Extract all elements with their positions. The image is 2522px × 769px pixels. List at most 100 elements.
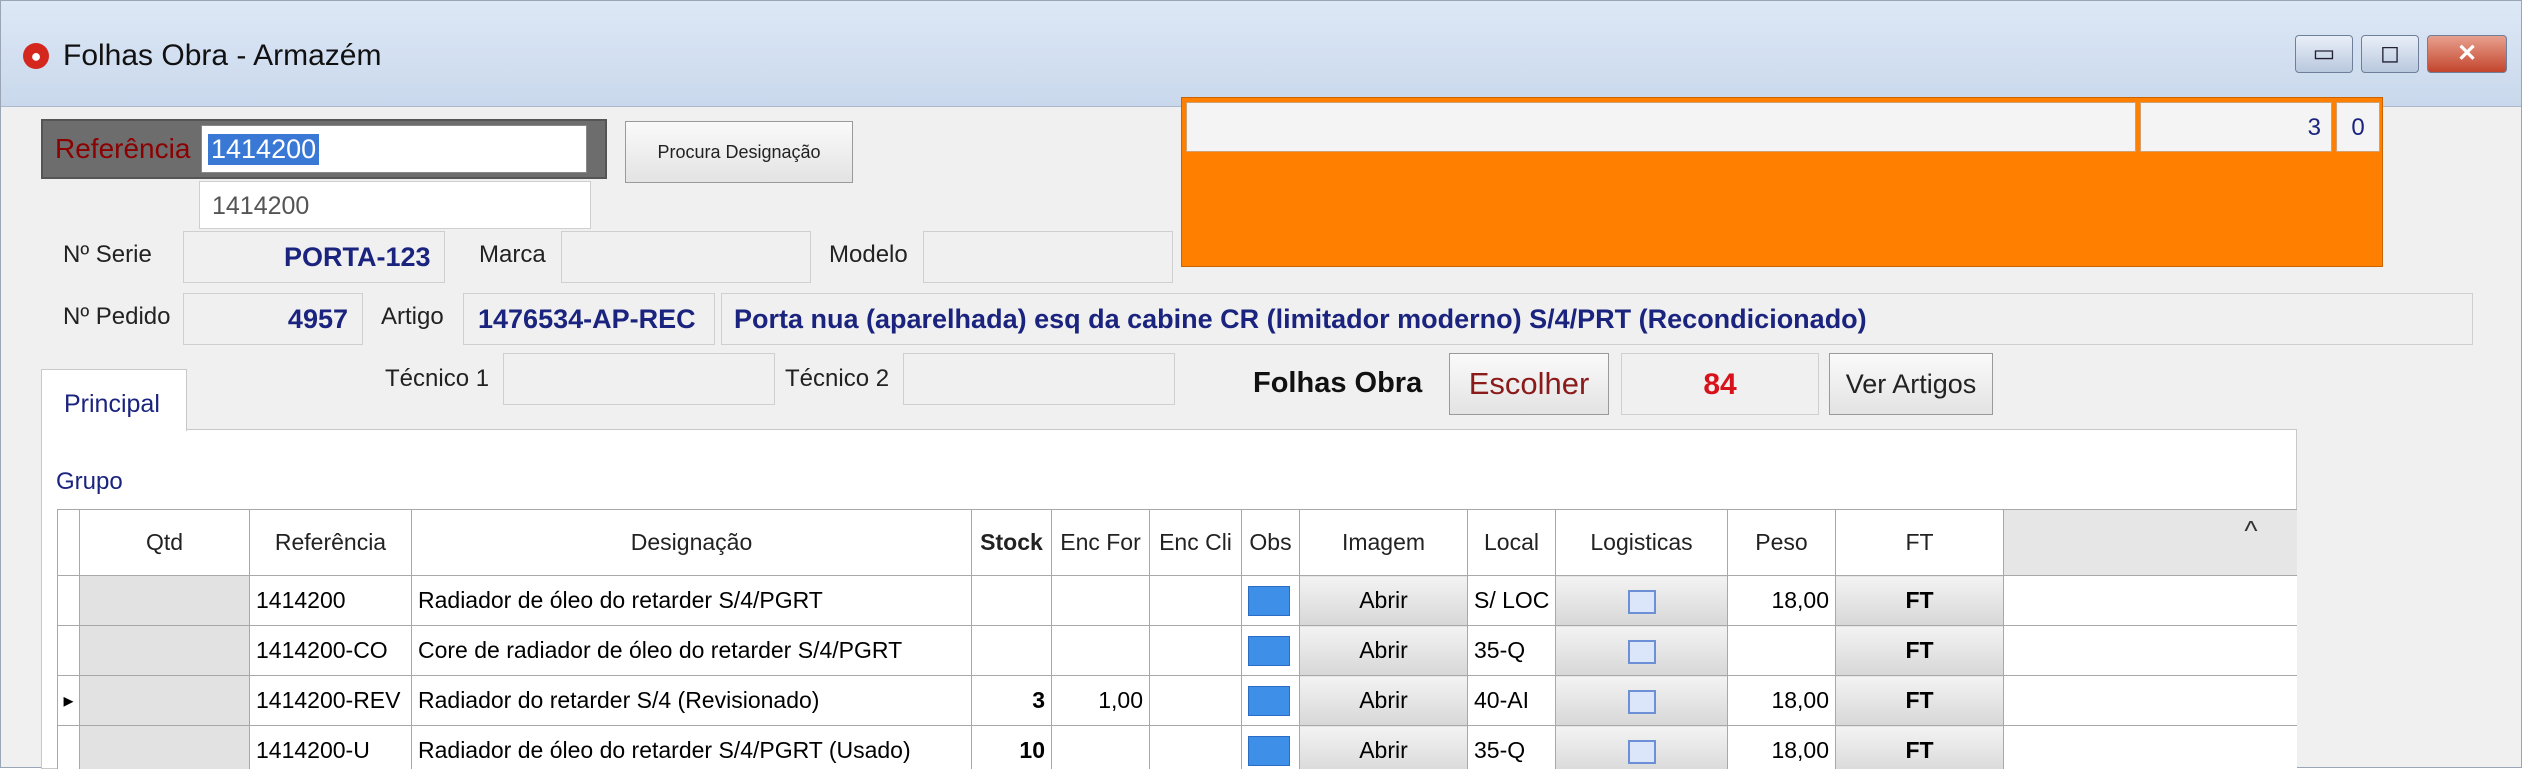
cell-designacao[interactable]: Core de radiador de óleo do retarder S/4… [412,626,972,676]
table-row[interactable]: 1414200 Radiador de óleo do retarder S/4… [58,576,2298,626]
cell-imagem-button[interactable]: Abrir [1300,726,1468,769]
cell-enc-cli[interactable] [1150,726,1242,769]
cell-stock[interactable] [972,576,1052,626]
referencia-input[interactable]: 1414200 [201,125,587,173]
col-header-ft[interactable]: FT [1836,510,2004,576]
cell-filler [2004,576,2298,626]
cell-logisticas-button[interactable] [1556,626,1728,676]
table-row[interactable]: 1414200-CO Core de radiador de óleo do r… [58,626,2298,676]
row-selector-current[interactable]: ▸ [58,676,80,726]
cell-enc-for[interactable] [1052,576,1150,626]
cell-enc-for[interactable]: 1,00 [1052,676,1150,726]
table-row[interactable]: 1414200-U Radiador de óleo do retarder S… [58,726,2298,769]
cell-designacao[interactable]: Radiador de óleo do retarder S/4/PGRT (U… [412,726,972,769]
referencia-suggestion[interactable]: 1414200 [199,181,591,229]
row-header-corner [58,510,80,576]
col-header-enc-cli[interactable]: Enc Cli [1150,510,1242,576]
row-selector[interactable] [58,576,80,626]
cell-stock[interactable]: 10 [972,726,1052,769]
folhas-obra-label: Folhas Obra [1253,367,1422,400]
cell-logisticas-button[interactable] [1556,676,1728,726]
scroll-up-arrow[interactable]: ^ [2233,513,2269,549]
artigo-description-field[interactable]: Porta nua (aparelhada) esq da cabine CR … [721,293,2473,345]
modelo-field[interactable] [923,231,1173,283]
artigo-label: Artigo [381,303,444,331]
close-button[interactable]: ✕ [2427,35,2507,73]
cell-enc-for[interactable] [1052,726,1150,769]
cell-qtd[interactable] [80,676,250,726]
obs-note-icon[interactable] [1248,686,1290,716]
cell-stock[interactable] [972,626,1052,676]
cell-local[interactable]: 35-Q [1468,626,1556,676]
cell-local[interactable]: 40-AI [1468,676,1556,726]
cell-imagem-button[interactable]: Abrir [1300,626,1468,676]
tecnico2-field[interactable] [903,353,1175,405]
table-row[interactable]: ▸ 1414200-REV Radiador do retarder S/4 (… [58,676,2298,726]
col-header-qtd[interactable]: Qtd [80,510,250,576]
cell-peso[interactable]: 18,00 [1728,726,1836,769]
cell-qtd[interactable] [80,626,250,676]
cell-logisticas-button[interactable] [1556,726,1728,769]
col-header-imagem[interactable]: Imagem [1300,510,1468,576]
serie-field[interactable]: PORTA-123 [183,231,445,283]
obs-note-icon[interactable] [1248,586,1290,616]
cell-designacao[interactable]: Radiador de óleo do retarder S/4/PGRT [412,576,972,626]
escolher-button[interactable]: Escolher [1449,353,1609,415]
cell-referencia[interactable]: 1414200 [250,576,412,626]
col-header-designacao[interactable]: Designação [412,510,972,576]
cell-ft-button[interactable]: FT [1836,726,2004,769]
cell-local[interactable]: 35-Q [1468,726,1556,769]
row-selector[interactable] [58,726,80,769]
pedido-field[interactable]: 4957 [183,293,363,345]
cell-enc-cli[interactable] [1150,576,1242,626]
cell-filler [2004,726,2298,769]
cell-obs[interactable] [1242,676,1300,726]
cell-peso[interactable]: 18,00 [1728,576,1836,626]
cell-qtd[interactable] [80,576,250,626]
cell-enc-cli[interactable] [1150,676,1242,726]
cell-enc-for[interactable] [1052,626,1150,676]
col-header-enc-for[interactable]: Enc For [1052,510,1150,576]
cell-ft-button[interactable]: FT [1836,576,2004,626]
cell-obs[interactable] [1242,726,1300,769]
cell-qtd[interactable] [80,726,250,769]
procura-designacao-button[interactable]: Procura Designação [625,121,853,183]
cell-imagem-button[interactable]: Abrir [1300,676,1468,726]
col-header-logisticas[interactable]: Logisticas [1556,510,1728,576]
cell-referencia[interactable]: 1414200-CO [250,626,412,676]
cell-local[interactable]: S/ LOC [1468,576,1556,626]
cell-ft-button[interactable]: FT [1836,676,2004,726]
folhas-count: 84 [1621,353,1819,415]
cell-obs[interactable] [1242,626,1300,676]
cell-referencia[interactable]: 1414200-U [250,726,412,769]
obs-note-icon[interactable] [1248,636,1290,666]
col-header-peso[interactable]: Peso [1728,510,1836,576]
maximize-button[interactable]: ◻ [2361,35,2419,73]
cell-referencia[interactable]: 1414200-REV [250,676,412,726]
cell-ft-button[interactable]: FT [1836,626,2004,676]
col-header-local[interactable]: Local [1468,510,1556,576]
cell-peso[interactable] [1728,626,1836,676]
cell-enc-cli[interactable] [1150,626,1242,676]
tecnico1-label: Técnico 1 [385,365,489,393]
marca-field[interactable] [561,231,811,283]
artigo-code-field[interactable]: 1476534-AP-REC [463,293,715,345]
minimize-button[interactable]: ▭ [2295,35,2353,73]
items-table: Qtd Referência Designação Stock Enc For … [57,509,2297,769]
cell-imagem-button[interactable]: Abrir [1300,576,1468,626]
cell-obs[interactable] [1242,576,1300,626]
row-selector[interactable] [58,626,80,676]
cell-peso[interactable]: 18,00 [1728,676,1836,726]
cell-filler [2004,676,2298,726]
obs-note-icon[interactable] [1248,736,1290,766]
tab-principal[interactable]: Principal [41,369,187,431]
cell-logisticas-button[interactable] [1556,576,1728,626]
tecnico1-field[interactable] [503,353,775,405]
cell-designacao[interactable]: Radiador do retarder S/4 (Revisionado) [412,676,972,726]
ver-artigos-button[interactable]: Ver Artigos [1829,353,1993,415]
grupo-label: Grupo [56,468,123,496]
col-header-referencia[interactable]: Referência [250,510,412,576]
cell-stock[interactable]: 3 [972,676,1052,726]
col-header-obs[interactable]: Obs [1242,510,1300,576]
col-header-stock[interactable]: Stock [972,510,1052,576]
